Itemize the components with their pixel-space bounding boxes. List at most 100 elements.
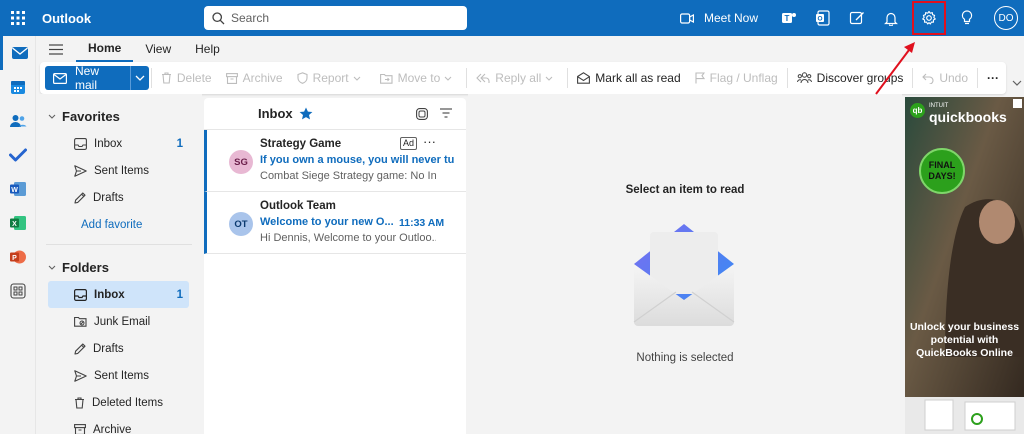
new-mail-split-button: New mail: [45, 64, 149, 92]
folder-label: Archive: [93, 423, 132, 434]
settings-button[interactable]: [912, 1, 946, 35]
hamburger-menu-icon[interactable]: [36, 36, 76, 62]
unread-count: 1: [176, 288, 183, 301]
word-app-icon[interactable]: W: [0, 172, 36, 206]
toolbar-divider: [567, 68, 569, 88]
folder-item-deleted-items[interactable]: Deleted Items: [48, 389, 189, 416]
office-icon[interactable]: O: [806, 0, 840, 36]
archive-button[interactable]: Archive: [219, 62, 290, 94]
envelope-icon: [53, 72, 75, 84]
message-list: Inbox SG Strategy Game Ad ··· If you own…: [204, 98, 466, 434]
folder-item-archive[interactable]: Archive: [48, 416, 189, 434]
calendar-app-icon[interactable]: [0, 70, 36, 104]
folder-item-junk-email[interactable]: Junk Email: [48, 308, 189, 335]
undo-button[interactable]: Undo: [915, 62, 975, 94]
folder-item-inbox[interactable]: Inbox 1: [48, 281, 189, 308]
mark-all-read-button[interactable]: Mark all as read: [570, 62, 687, 94]
more-options-button[interactable]: ···: [980, 62, 1006, 94]
filter-icon[interactable]: [440, 108, 452, 120]
message-item[interactable]: SG Strategy Game Ad ··· If you own a mou…: [204, 130, 466, 192]
svg-text:X: X: [12, 221, 17, 228]
select-mode-icon[interactable]: [416, 108, 428, 120]
ad-headline: Unlock your business potential with Quic…: [909, 321, 1020, 359]
mark-all-read-label: Mark all as read: [595, 71, 681, 85]
more-apps-icon[interactable]: [0, 274, 36, 308]
send-icon: [74, 369, 94, 382]
archive-icon: [225, 72, 243, 84]
advertisement-banner[interactable]: qb INTUIT quickbooks FINAL DAYS! Unlock …: [905, 97, 1024, 434]
report-button[interactable]: Report: [290, 62, 373, 94]
ad-background-photo: [905, 97, 1024, 434]
message-list-header: Inbox: [204, 98, 466, 130]
inbox-icon: [74, 288, 94, 301]
undo-icon: [922, 73, 939, 84]
move-to-button[interactable]: Move to: [373, 62, 465, 94]
video-camera-icon: [679, 12, 704, 24]
toolbar-divider: [786, 68, 788, 88]
people-app-icon[interactable]: [0, 104, 36, 138]
excel-app-icon[interactable]: X: [0, 206, 36, 240]
star-icon[interactable]: [299, 107, 313, 120]
folder-label: Sent Items: [94, 164, 149, 177]
meet-now-button[interactable]: Meet Now: [679, 11, 758, 25]
sender-avatar: SG: [229, 150, 253, 174]
report-label: Report: [312, 71, 349, 85]
ad-badge: Ad: [400, 137, 418, 150]
add-favorite-link[interactable]: Add favorite: [48, 211, 189, 238]
powerpoint-app-icon[interactable]: P: [0, 240, 36, 274]
message-item[interactable]: OT Outlook Team Welcome to your new O...…: [204, 192, 466, 254]
tab-view[interactable]: View: [133, 36, 183, 62]
favorites-header[interactable]: Favorites: [36, 102, 202, 130]
unread-count: 1: [176, 137, 183, 150]
search-icon: [212, 11, 225, 25]
sender-name: Strategy Game: [260, 138, 342, 150]
reading-pane-prompt: Select an item to read: [625, 184, 745, 196]
toolbar-expand-chevron-icon[interactable]: [1012, 80, 1022, 86]
message-subject: If you own a mouse, you will never turn: [260, 154, 455, 166]
my-day-icon[interactable]: [840, 0, 874, 36]
envelope-open-icon: [577, 72, 595, 84]
app-launcher-icon[interactable]: [0, 0, 36, 36]
search-input[interactable]: Search: [204, 6, 467, 30]
folders-header[interactable]: Folders: [36, 253, 202, 281]
ad-close-icon[interactable]: [1013, 99, 1022, 108]
favorite-item-inbox[interactable]: Inbox 1: [48, 130, 189, 157]
inbox-icon: [74, 137, 94, 150]
chevron-down-icon: [545, 76, 558, 81]
empty-state-text: Nothing is selected: [636, 352, 734, 364]
tab-help[interactable]: Help: [183, 36, 232, 62]
mail-app-icon[interactable]: [0, 36, 36, 70]
lightbulb-icon[interactable]: [950, 0, 984, 36]
new-mail-dropdown[interactable]: [129, 66, 149, 90]
reply-all-button[interactable]: Reply all: [469, 62, 565, 94]
trash-icon: [161, 72, 177, 84]
archive-icon: [74, 424, 93, 434]
message-list-title: Inbox: [258, 106, 293, 121]
final-days-badge: FINAL DAYS!: [919, 148, 965, 194]
todo-app-icon[interactable]: [0, 138, 36, 172]
favorite-item-sent-items[interactable]: Sent Items: [48, 157, 189, 184]
folder-item-drafts[interactable]: Drafts: [48, 335, 189, 362]
gear-icon: [921, 10, 937, 26]
chevron-down-icon: [135, 75, 145, 81]
top-bar: Outlook Search Meet Now T O DO: [0, 0, 1024, 36]
favorite-item-drafts[interactable]: Drafts: [48, 184, 189, 211]
trash-icon: [74, 396, 92, 409]
chevron-down-icon: [48, 265, 62, 270]
ad-brand: quickbooks: [929, 109, 1007, 125]
tab-home[interactable]: Home: [76, 36, 134, 62]
folder-item-sent-items[interactable]: Sent Items: [48, 362, 189, 389]
archive-label: Archive: [242, 71, 283, 85]
flag-label: Flag / Unflag: [709, 71, 778, 85]
folder-label: Drafts: [93, 191, 124, 204]
app-title[interactable]: Outlook: [42, 11, 91, 26]
bell-icon[interactable]: [874, 0, 908, 36]
teams-icon[interactable]: T: [772, 0, 806, 36]
toolbar-divider: [150, 68, 152, 88]
new-mail-button[interactable]: New mail: [45, 64, 130, 92]
more-options-icon[interactable]: ···: [423, 134, 436, 149]
account-avatar[interactable]: DO: [994, 6, 1018, 30]
delete-button[interactable]: Delete: [154, 62, 219, 94]
flag-button[interactable]: Flag / Unflag: [688, 62, 785, 94]
svg-text:T: T: [785, 14, 790, 23]
